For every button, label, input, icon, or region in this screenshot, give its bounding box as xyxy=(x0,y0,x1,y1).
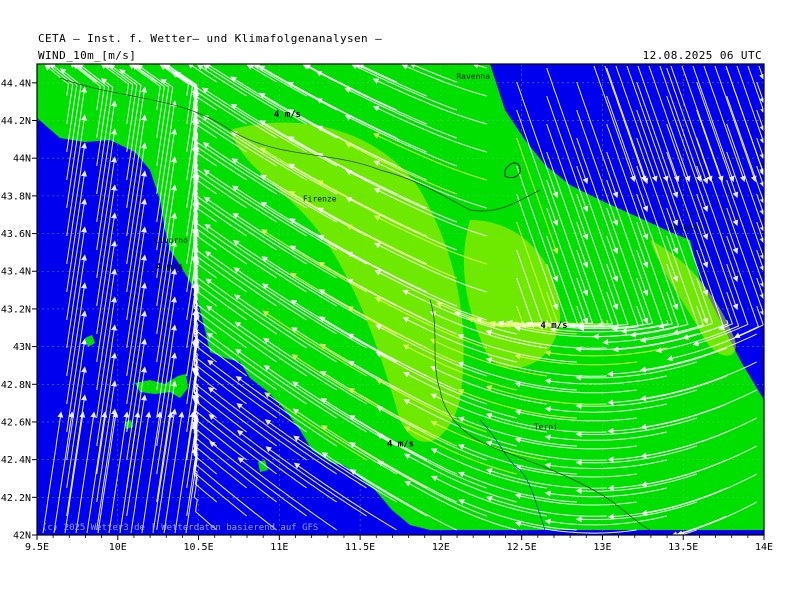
x-tick-label: 11E xyxy=(270,542,288,553)
x-tick-label: 12.5E xyxy=(507,542,537,553)
x-tick-label: 14E xyxy=(755,542,773,553)
wind-label: 4 m/s xyxy=(274,110,301,120)
y-tick-label: 44.4N xyxy=(1,78,31,89)
map-field xyxy=(37,64,764,535)
copyright-text: (c) 2025 Wetter3.de | Wetterdaten basier… xyxy=(42,523,318,533)
city-label: Livorno xyxy=(154,236,188,245)
x-tick-label: 13E xyxy=(593,542,611,553)
y-tick-label: 42.6N xyxy=(1,417,31,428)
x-tick-label: 12E xyxy=(432,542,450,553)
y-tick-label: 44.2N xyxy=(1,116,31,127)
wind-map: 9.5E 10E 10.5E 11E 11.5E 12E 12.5E 13E 13.5E 14E … xyxy=(1,63,773,553)
city-label: Ancona xyxy=(669,223,698,232)
wind-label: 4 m/s xyxy=(156,262,183,272)
x-tick-label: 13.5E xyxy=(668,542,698,553)
wind-label: 4 m/s xyxy=(540,321,567,331)
y-tick-label: 43.4N xyxy=(1,267,31,278)
x-tick-label: 10.5E xyxy=(184,542,214,553)
city-label: Terni xyxy=(534,422,558,431)
y-tick-label: 43.6N xyxy=(1,229,31,240)
y-tick-label: 42.2N xyxy=(1,493,31,504)
x-tick-label: 10E xyxy=(109,542,127,553)
y-axis: 42N 42.2N 42.4N 42.6N 42.8N 43N 43.2N 43.4N 43.6… xyxy=(1,78,37,542)
city-label: Ravenna xyxy=(456,72,490,81)
y-tick-label: 43.2N xyxy=(1,304,31,315)
y-tick-label: 42.4N xyxy=(1,455,31,466)
wind-label: 4 m/s xyxy=(387,439,414,449)
city-label: Firenze xyxy=(303,195,337,204)
x-tick-label: 9.5E xyxy=(25,542,49,553)
y-tick-label: 42.8N xyxy=(1,380,31,391)
y-tick-label: 42N xyxy=(13,531,31,542)
x-axis: 9.5E 10E 10.5E 11E 11.5E 12E 12.5E 13E 13.5E 14E xyxy=(25,535,773,553)
y-tick-label: 43N xyxy=(13,342,31,353)
x-tick-label: 11.5E xyxy=(345,542,375,553)
y-tick-label: 44N xyxy=(13,154,31,165)
y-tick-label: 43.8N xyxy=(1,191,31,202)
